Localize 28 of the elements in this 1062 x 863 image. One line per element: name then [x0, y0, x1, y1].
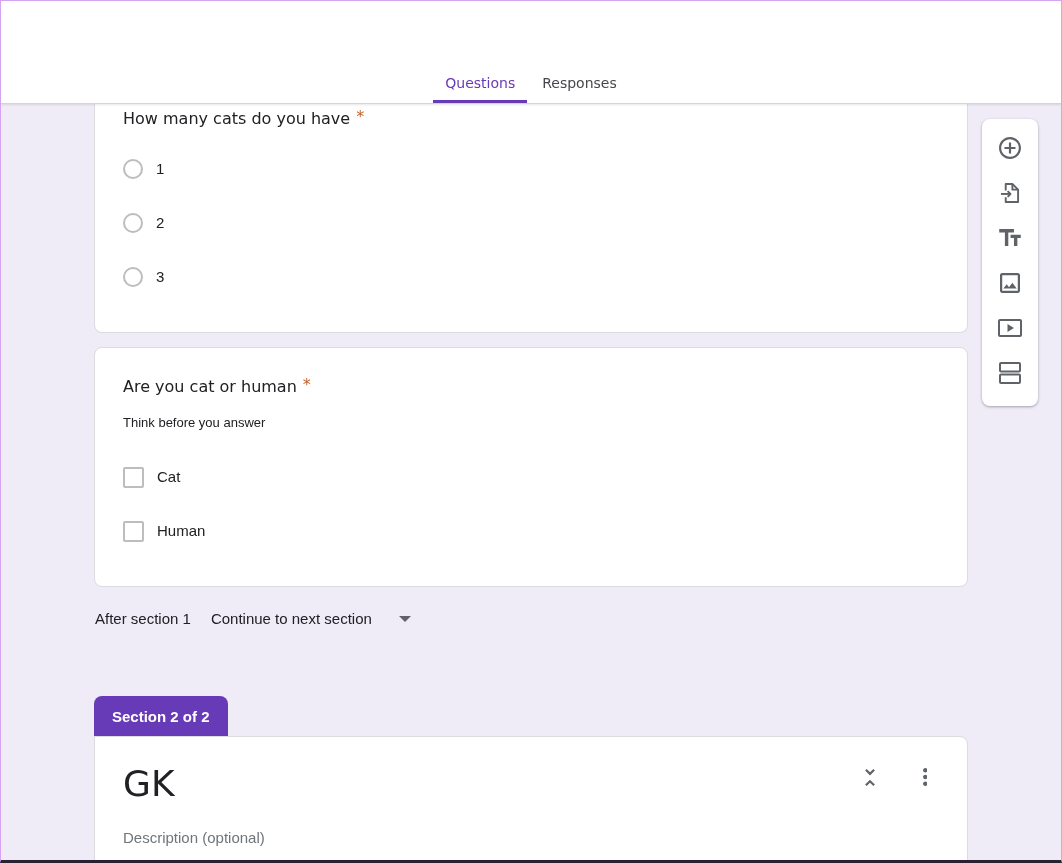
option-label: 3 — [156, 267, 165, 287]
option-label: Human — [157, 521, 206, 541]
video-icon[interactable] — [998, 318, 1022, 337]
question-title: Are you cat or human — [123, 376, 297, 398]
description-field[interactable]: Description (optional) — [123, 825, 939, 849]
question-title: How many cats do you have — [123, 108, 351, 130]
required-asterisk: * — [356, 107, 365, 127]
radio-button[interactable] — [123, 267, 143, 287]
radio-button[interactable] — [123, 159, 143, 179]
image-icon[interactable] — [1000, 272, 1020, 293]
collapse-icon[interactable] — [864, 768, 875, 786]
required-asterisk: * — [302, 375, 311, 395]
question-description: Think before you answer — [123, 414, 267, 432]
file-arrow-icon[interactable] — [1000, 181, 1020, 204]
option-label: 1 — [156, 159, 165, 179]
next-section-dropdown[interactable]: Continue to next section — [210, 609, 411, 629]
caret-icon — [398, 616, 411, 622]
checkbox[interactable] — [123, 466, 144, 488]
option-label: 2 — [156, 213, 165, 233]
more-options-icon[interactable] — [922, 768, 927, 786]
checkbox[interactable] — [123, 520, 144, 542]
section-title: GK — [123, 762, 175, 806]
radio-button[interactable] — [123, 213, 143, 233]
text-size-icon[interactable] — [999, 229, 1021, 246]
option-label: Cat — [157, 467, 181, 487]
after-section-label: After section 1 — [95, 609, 191, 629]
section-icon[interactable] — [999, 361, 1021, 384]
tab[interactable]: Responses — [530, 63, 629, 103]
